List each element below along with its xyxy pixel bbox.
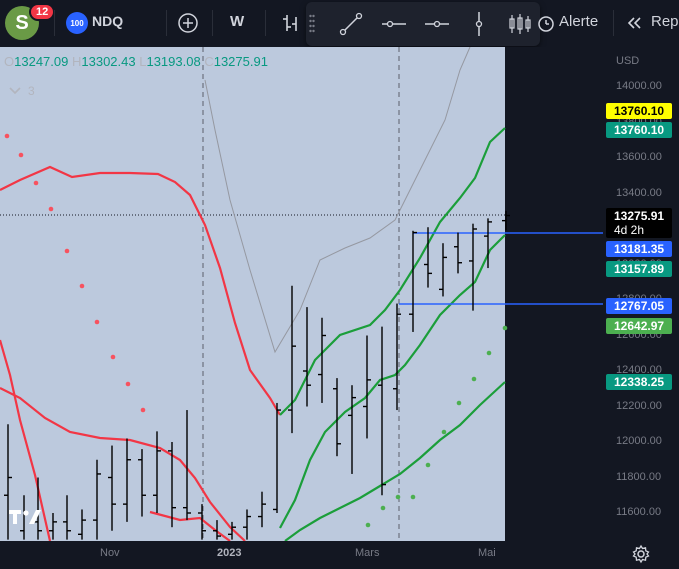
candles-icon xyxy=(509,14,531,34)
price-chart[interactable] xyxy=(0,47,603,541)
plus-circle-icon xyxy=(178,13,198,33)
chart-style-button[interactable] xyxy=(277,8,307,38)
compare-symbol-button[interactable] xyxy=(173,8,203,38)
grip-icon xyxy=(309,14,315,33)
psar-dot xyxy=(425,462,431,468)
psar-dot xyxy=(48,206,54,212)
alarm-clock-icon xyxy=(538,16,554,32)
psar-dot xyxy=(502,325,508,331)
high-value: 13302.43 xyxy=(81,54,136,69)
price-tick: 11600.00 xyxy=(616,506,662,518)
psar-dot xyxy=(380,505,386,511)
horizontal-ray-icon xyxy=(425,20,449,28)
psar-dot xyxy=(410,494,416,500)
close-value: 13275.91 xyxy=(213,54,268,69)
interval-button[interactable]: W xyxy=(230,13,244,30)
psar-dot xyxy=(33,180,39,186)
psar-dot xyxy=(441,429,447,435)
psar-dot xyxy=(64,248,70,254)
gear-icon xyxy=(632,544,650,564)
replay-label[interactable]: Rep xyxy=(651,13,679,30)
price-label: 4d 2h xyxy=(606,222,672,238)
low-value: 13193.08 xyxy=(146,54,201,69)
toolbar-separator xyxy=(212,10,213,36)
psar-dot xyxy=(125,381,131,387)
vertical-line-tool[interactable] xyxy=(464,9,494,39)
tradingview-logo[interactable] xyxy=(9,506,43,532)
ohlc-legend: O13247.09 H13302.43 L13193.08 C13275.91 xyxy=(4,54,268,69)
open-value: 13247.09 xyxy=(14,54,69,69)
psar-dot xyxy=(110,354,116,360)
bar-style-icon xyxy=(283,15,297,31)
symbol-search-button[interactable]: NDQ xyxy=(92,13,123,29)
horizontal-line-icon xyxy=(382,20,406,28)
vertical-line-icon xyxy=(475,12,483,36)
close-key: C xyxy=(204,54,214,69)
psar-dot xyxy=(94,319,100,325)
psar-dot xyxy=(471,376,477,382)
psar-dot xyxy=(140,407,146,413)
toolbar-separator xyxy=(54,10,55,36)
psar-dot xyxy=(79,283,85,289)
open-key: O xyxy=(4,54,15,69)
horizontal-line-tool[interactable] xyxy=(379,9,409,39)
tradingview-logo-icon xyxy=(9,510,41,524)
high-key: H xyxy=(71,54,82,69)
floating-drawing-toolbar xyxy=(306,2,540,46)
psar-dot xyxy=(486,350,492,356)
psar-dot xyxy=(18,152,24,158)
chevron-down-icon xyxy=(9,87,21,95)
price-label: 13181.35 xyxy=(606,241,672,257)
price-label: 12642.97 xyxy=(606,318,672,334)
symbol-logo: 100 xyxy=(66,12,88,34)
replay-icon xyxy=(627,17,641,29)
psar-dot xyxy=(456,400,462,406)
price-tick: 13400.00 xyxy=(616,186,662,199)
psar-dot xyxy=(4,133,10,139)
price-tick: 14000.00 xyxy=(616,80,662,92)
toolbar-separator xyxy=(166,10,167,36)
toolbar-separator xyxy=(265,10,266,36)
toolbar-separator xyxy=(613,10,614,36)
time-label-nov: Nov xyxy=(100,547,120,559)
time-label-mai: Mai xyxy=(478,547,496,559)
alert-button[interactable] xyxy=(531,8,561,38)
indicators-toggle[interactable]: 3 xyxy=(8,84,35,98)
chart-settings-button[interactable] xyxy=(630,543,652,565)
price-label: 13760.10 xyxy=(606,122,672,138)
indicators-count: 3 xyxy=(28,84,35,98)
notification-badge[interactable]: 12 xyxy=(29,3,56,21)
price-tick: 13600.00 xyxy=(616,151,662,163)
price-tick: 12200.00 xyxy=(616,399,662,412)
replay-button[interactable] xyxy=(620,8,650,38)
price-tick: 11800.00 xyxy=(616,470,662,483)
psar-dot xyxy=(365,522,371,528)
psar-dot xyxy=(395,494,401,500)
alert-label[interactable]: Alerte xyxy=(559,13,598,30)
chart-pane[interactable] xyxy=(0,47,603,541)
price-label: 13157.89 xyxy=(606,261,672,277)
price-label: 12338.25 xyxy=(606,374,672,390)
drag-handle[interactable] xyxy=(309,10,315,38)
time-label-2023: 2023 xyxy=(217,547,242,559)
price-label: 13760.10 xyxy=(606,103,672,119)
price-label: 12767.05 xyxy=(606,298,672,314)
trend-line-tool[interactable] xyxy=(336,9,366,39)
time-label-mars: Mars xyxy=(355,547,380,559)
currency-unit[interactable]: USD xyxy=(616,55,639,67)
horizontal-ray-tool[interactable] xyxy=(422,9,452,39)
top-toolbar: S 12 100 NDQ W Alerte Rep xyxy=(0,0,679,46)
trend-line-icon xyxy=(339,12,363,36)
price-tick: 12000.00 xyxy=(616,435,662,447)
